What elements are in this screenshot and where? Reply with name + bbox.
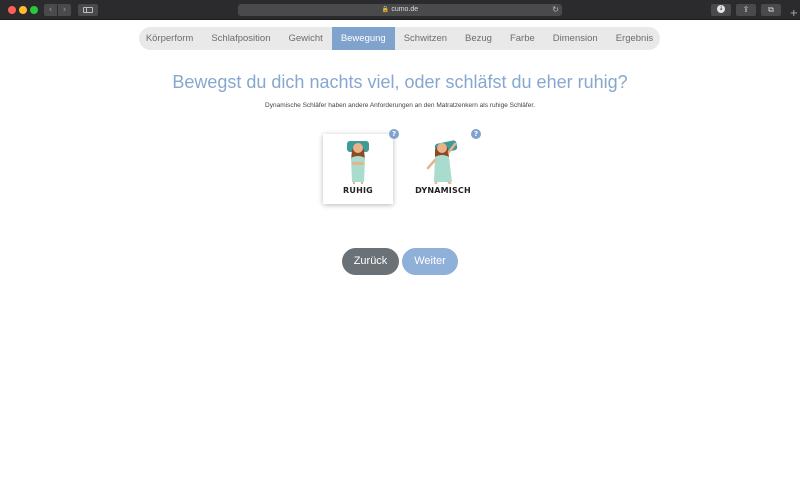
step-schlafposition[interactable]: Schlafposition bbox=[202, 27, 279, 50]
back-arrow-icon[interactable]: ‹ bbox=[44, 4, 57, 16]
zoom-window-button[interactable] bbox=[30, 6, 38, 14]
new-tab-icon[interactable]: + bbox=[790, 9, 798, 19]
option-label: RUHIG bbox=[343, 186, 373, 195]
calm-sleeper-icon bbox=[347, 141, 369, 184]
download-icon: ↓ bbox=[717, 4, 725, 13]
url-text: cumo.de bbox=[391, 6, 419, 13]
step-navigation: Körperform Schlafposition Gewicht Bewegu… bbox=[139, 27, 660, 50]
sidebar-toggle-icon[interactable] bbox=[78, 4, 98, 16]
step-bezug[interactable]: Bezug bbox=[456, 27, 501, 50]
forward-arrow-icon[interactable]: › bbox=[58, 4, 71, 16]
question-subtitle: Dynamische Schläfer haben andere Anforde… bbox=[265, 102, 535, 109]
option-label: DYNAMISCH bbox=[415, 186, 471, 195]
dynamic-sleeper-icon bbox=[426, 140, 458, 184]
next-button[interactable]: Weiter bbox=[402, 248, 458, 275]
reload-icon[interactable]: ↻ bbox=[552, 4, 559, 16]
step-gewicht[interactable]: Gewicht bbox=[279, 27, 331, 50]
step-farbe[interactable]: Farbe bbox=[501, 27, 544, 50]
step-schwitzen[interactable]: Schwitzen bbox=[395, 27, 456, 50]
question-title: Bewegst du dich nachts viel, oder schläf… bbox=[172, 72, 628, 92]
lock-icon: 🔒 bbox=[381, 7, 390, 13]
address-bar[interactable]: 🔒 cumo.de ↻ bbox=[238, 4, 562, 16]
tab-overview-icon[interactable]: ⧉ bbox=[761, 4, 781, 16]
help-icon[interactable]: ? bbox=[389, 129, 399, 139]
step-ergebnis[interactable]: Ergebnis bbox=[607, 27, 663, 50]
option-ruhig[interactable]: RUHIG bbox=[323, 134, 393, 204]
step-dimension[interactable]: Dimension bbox=[544, 27, 607, 50]
browser-toolbar: ‹ › 🔒 cumo.de ↻ ↓ ⇪ ⧉ + bbox=[0, 0, 800, 20]
step-koerperform[interactable]: Körperform bbox=[137, 27, 203, 50]
back-button[interactable]: Zurück bbox=[342, 248, 399, 275]
downloads-button[interactable]: ↓ bbox=[711, 4, 731, 16]
share-icon[interactable]: ⇪ bbox=[736, 4, 756, 16]
option-dynamisch[interactable]: DYNAMISCH bbox=[408, 134, 478, 204]
minimize-window-button[interactable] bbox=[19, 6, 27, 14]
step-bewegung[interactable]: Bewegung bbox=[331, 27, 395, 50]
close-window-button[interactable] bbox=[8, 6, 16, 14]
help-icon[interactable]: ? bbox=[471, 129, 481, 139]
